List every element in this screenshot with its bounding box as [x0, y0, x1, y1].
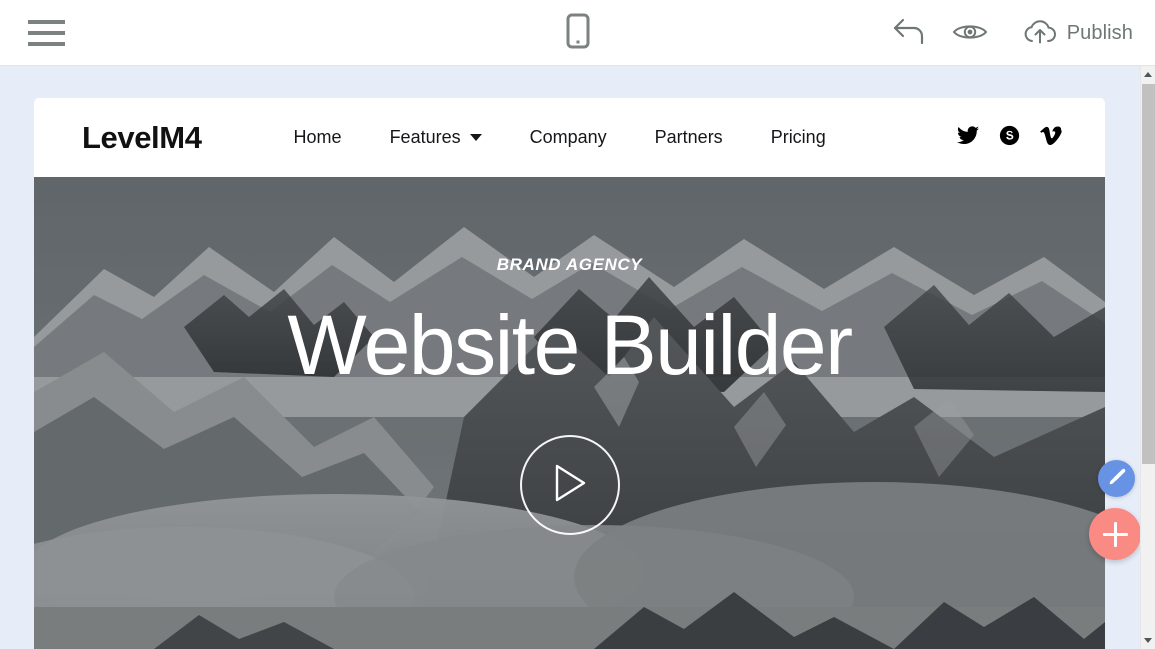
- hero-kicker: BRAND AGENCY: [496, 255, 643, 274]
- hero-content: BRAND AGENCY Website Builder: [34, 177, 1105, 649]
- paintbrush-icon: [1106, 466, 1127, 492]
- preview-button[interactable]: [952, 20, 988, 47]
- vertical-scrollbar[interactable]: [1140, 66, 1155, 649]
- site-nav-menu: Home Features Company Partners Pricing: [270, 127, 850, 148]
- cloud-upload-icon: [1022, 18, 1058, 49]
- undo-button[interactable]: [892, 17, 926, 50]
- scrollbar-thumb[interactable]: [1142, 84, 1155, 464]
- skype-icon[interactable]: [999, 125, 1020, 151]
- add-block-button[interactable]: [1089, 508, 1141, 560]
- nav-item-company[interactable]: Company: [506, 127, 631, 148]
- editor-app: Publish LevelM4 Home Features Company Pa…: [0, 0, 1155, 649]
- hero-title: Website Builder: [287, 298, 853, 392]
- toolbar-left-group: [28, 0, 65, 66]
- plus-icon: [1102, 521, 1128, 547]
- eye-preview-icon: [952, 20, 988, 47]
- undo-arrow-icon: [892, 17, 926, 50]
- nav-item-label: Home: [293, 127, 342, 147]
- publish-button[interactable]: Publish: [1014, 14, 1141, 53]
- nav-item-pricing[interactable]: Pricing: [747, 127, 850, 148]
- editor-toolbar: Publish: [0, 0, 1155, 66]
- social-links: [957, 125, 1062, 151]
- site-preview: LevelM4 Home Features Company Partners P…: [34, 98, 1105, 649]
- chevron-down-icon: [469, 134, 482, 141]
- nav-item-features[interactable]: Features: [366, 127, 506, 148]
- nav-item-label: Pricing: [770, 127, 826, 147]
- hamburger-menu-icon[interactable]: [28, 20, 65, 46]
- nav-item-label: Company: [529, 127, 607, 147]
- play-button-icon: [552, 463, 588, 508]
- scroll-up-arrow-icon[interactable]: [1141, 66, 1155, 83]
- site-canvas: LevelM4 Home Features Company Partners P…: [0, 66, 1140, 649]
- mobile-device-icon[interactable]: [566, 13, 590, 54]
- hamburger-bar: [28, 20, 65, 24]
- play-button[interactable]: [519, 435, 620, 535]
- edit-style-button[interactable]: [1098, 460, 1135, 497]
- hamburger-bar: [28, 31, 65, 35]
- site-brand-logo[interactable]: LevelM4: [82, 120, 202, 156]
- toolbar-right-group: Publish: [892, 0, 1141, 66]
- nav-item-partners[interactable]: Partners: [631, 127, 747, 148]
- publish-label: Publish: [1066, 21, 1133, 44]
- nav-item-label: Features: [389, 127, 461, 147]
- site-navbar: LevelM4 Home Features Company Partners P…: [34, 98, 1105, 177]
- vimeo-icon[interactable]: [1040, 126, 1062, 150]
- hero-section: BRAND AGENCY Website Builder: [34, 177, 1105, 649]
- scroll-down-arrow-icon[interactable]: [1141, 632, 1155, 649]
- nav-item-label: Partners: [654, 127, 723, 147]
- twitter-icon[interactable]: [957, 125, 979, 150]
- hamburger-bar: [28, 42, 65, 46]
- nav-item-home[interactable]: Home: [270, 127, 366, 148]
